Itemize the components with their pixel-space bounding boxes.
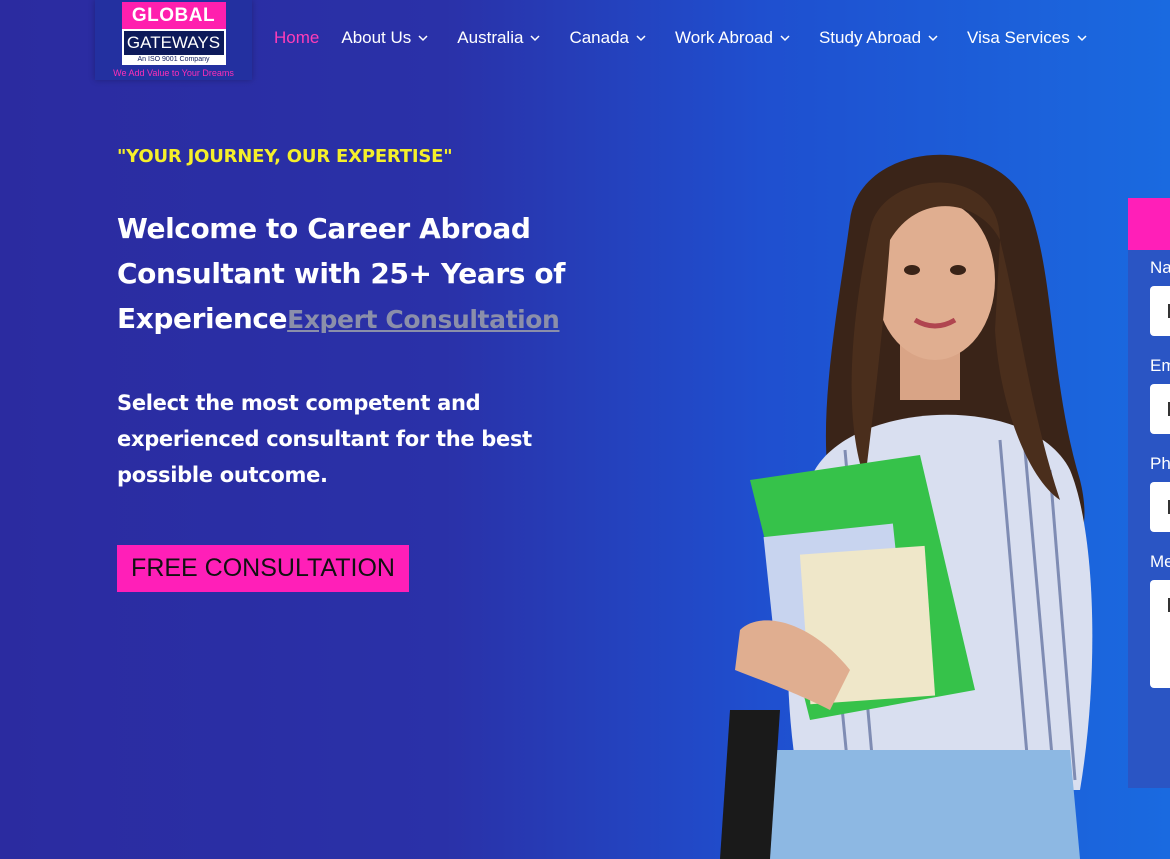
chevron-down-icon [529, 32, 541, 44]
hero-woman-image [700, 150, 1130, 859]
free-consultation-button[interactable]: FREE CONSULTATION [117, 545, 409, 592]
form-header [1128, 198, 1170, 250]
nav-item-about-us[interactable]: About Us [341, 28, 429, 48]
logo-box: GATEWAYS An ISO 9001 Company [121, 29, 226, 65]
nav-item-australia[interactable]: Australia [457, 28, 541, 48]
logo-line2: GATEWAYS [123, 31, 224, 55]
consultation-form: Na Em Ph Me [1128, 198, 1170, 788]
nav-item-study-abroad[interactable]: Study Abroad [819, 28, 939, 48]
nav-item-label: Study Abroad [818, 28, 922, 47]
hero-tagline: "YOUR JOURNEY, OUR EXPERTISE" [117, 146, 453, 167]
logo-tagline: We Add Value to Your Dreams [113, 68, 234, 78]
email-label: Em [1150, 356, 1170, 375]
nav-item-label: Home [274, 28, 320, 47]
phone-field[interactable] [1150, 482, 1170, 532]
logo-iso-text: An ISO 9001 Company [137, 56, 210, 63]
headline-line-2: Consultant with 25+ Years of [117, 257, 565, 290]
nav-item-work-abroad[interactable]: Work Abroad [675, 28, 791, 48]
nav-item-label: Work Abroad [675, 28, 773, 47]
nav-item-canada[interactable]: Canada [569, 28, 647, 48]
hero-subtext: Select the most competent and experience… [117, 391, 532, 487]
message-label: Me [1150, 552, 1170, 571]
headline-line-1: Welcome to Career Abroad [117, 212, 531, 245]
name-label: Na [1150, 258, 1170, 277]
nav-item-label: Visa Services [967, 28, 1070, 47]
email-field[interactable] [1150, 384, 1170, 434]
logo-line1: GLOBAL [121, 2, 226, 29]
hero-headline: Welcome to Career Abroad Consultant with… [117, 206, 597, 342]
chevron-down-icon [1076, 32, 1088, 44]
name-field[interactable] [1150, 286, 1170, 336]
chevron-down-icon [927, 32, 939, 44]
chevron-down-icon [417, 32, 429, 44]
main-nav: Home About Us Australia Canada Work Abro… [274, 28, 1088, 48]
message-field[interactable] [1150, 580, 1170, 688]
site-logo[interactable]: GLOBAL GATEWAYS An ISO 9001 Company We A… [95, 0, 252, 80]
headline-line-3: Experience [117, 302, 288, 335]
chevron-down-icon [635, 32, 647, 44]
phone-label: Ph [1150, 454, 1170, 473]
nav-item-label: About Us [341, 28, 412, 47]
nav-item-home[interactable]: Home [274, 28, 319, 48]
nav-item-visa-services[interactable]: Visa Services [967, 28, 1088, 48]
nav-item-label: Canada [569, 28, 629, 47]
chevron-down-icon [779, 32, 791, 44]
expert-consultation-link[interactable]: Expert Consultation [287, 305, 560, 334]
nav-item-label: Australia [457, 28, 524, 47]
